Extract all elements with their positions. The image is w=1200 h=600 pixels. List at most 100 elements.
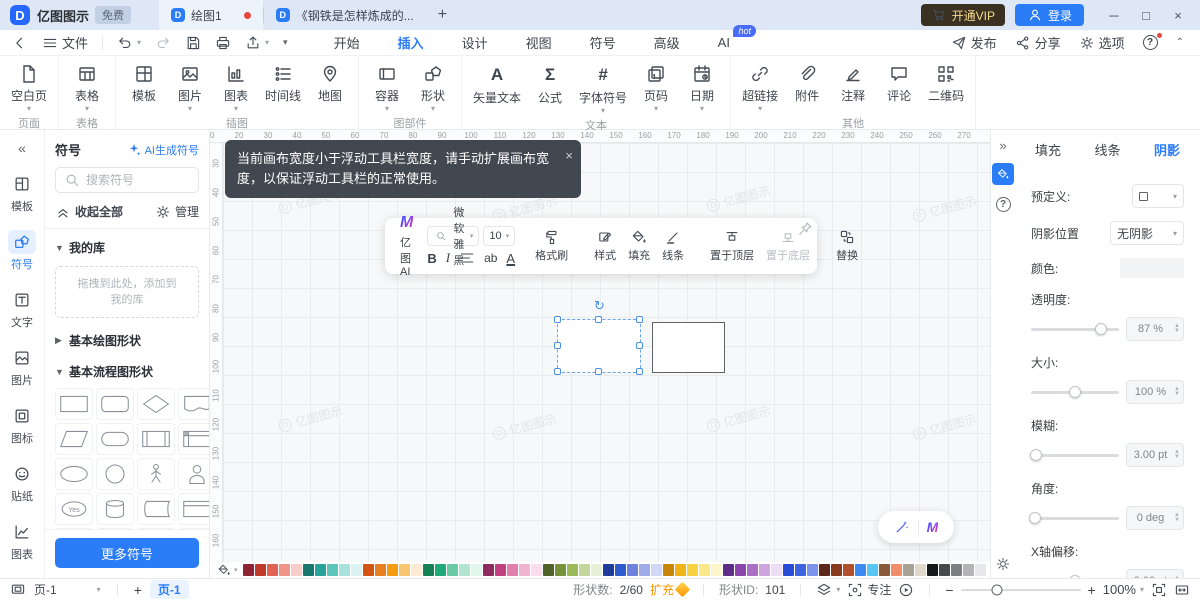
color-swatch[interactable] xyxy=(578,564,590,576)
color-swatch[interactable] xyxy=(926,564,938,576)
spinner-arrows-icon[interactable]: ▲▼ xyxy=(1174,512,1183,523)
vip-button[interactable]: 开通VIP xyxy=(920,4,1005,26)
ai-generate-symbols-link[interactable]: AI生成符号 xyxy=(126,142,199,158)
search-input[interactable] xyxy=(86,173,186,187)
color-swatch[interactable] xyxy=(542,564,554,576)
panel-tab-线条[interactable]: 线条 xyxy=(1094,140,1120,159)
fit-width-icon[interactable] xyxy=(1174,582,1190,598)
color-swatch[interactable] xyxy=(974,564,986,576)
slider-thumb[interactable] xyxy=(1095,323,1108,335)
color-swatch[interactable] xyxy=(866,564,878,576)
color-swatch[interactable] xyxy=(410,564,422,576)
shadow-position-dropdown[interactable]: 无阴影 ▾ xyxy=(1110,221,1184,245)
symbol-circle[interactable] xyxy=(96,458,134,490)
color-swatch[interactable] xyxy=(506,564,518,576)
symbol-predefined-process[interactable] xyxy=(137,423,175,455)
help-button[interactable]: ? xyxy=(1142,33,1162,50)
slider-thumb[interactable] xyxy=(1028,512,1041,524)
maximize-button[interactable]: □ xyxy=(1132,3,1160,27)
color-swatch[interactable] xyxy=(662,564,674,576)
ribbon-button-shape[interactable]: 形状 ▾ xyxy=(411,62,455,113)
color-swatch[interactable] xyxy=(374,564,386,576)
focus-mode-button[interactable]: 专注 xyxy=(847,581,891,598)
color-swatch[interactable] xyxy=(398,564,410,576)
ribbon-button-comment[interactable]: 评论 xyxy=(877,62,921,113)
menu-插入[interactable]: 插入 xyxy=(396,30,426,58)
style-button[interactable]: 样式 xyxy=(588,229,622,263)
document-tab[interactable]: D 《钢铁是怎样炼成的... xyxy=(264,0,426,30)
color-swatch[interactable] xyxy=(734,564,746,576)
color-swatch[interactable] xyxy=(254,564,266,576)
color-swatch[interactable] xyxy=(686,564,698,576)
panel-settings-gear-icon[interactable] xyxy=(995,556,1011,572)
bold-button[interactable]: B xyxy=(427,251,436,266)
ribbon-button-link[interactable]: 超链接 ▾ xyxy=(737,62,783,113)
sidebar-item-文字[interactable]: 文字 xyxy=(0,280,45,338)
color-swatch[interactable] xyxy=(878,564,890,576)
login-button[interactable]: 登录 xyxy=(1014,4,1084,26)
symbol-process[interactable] xyxy=(55,388,93,420)
expand-panel-button[interactable]: » xyxy=(999,138,1006,153)
canvas[interactable]: 10 20 30 40 50 60 70 80 90 100 110 120 130 140 150 160 1… xyxy=(210,130,990,563)
zoom-out-button[interactable]: − xyxy=(945,582,953,598)
align-button[interactable] xyxy=(459,250,475,266)
color-swatch[interactable] xyxy=(314,564,326,576)
color-swatch[interactable] xyxy=(446,564,458,576)
shadow-color-swatch[interactable] xyxy=(1120,258,1184,278)
ribbon-button-qr[interactable]: 二维码 xyxy=(923,62,969,113)
color-swatch[interactable] xyxy=(758,564,770,576)
selection-handle[interactable] xyxy=(595,316,602,323)
color-swatch[interactable] xyxy=(518,564,530,576)
zoom-level-dropdown[interactable]: 100% ▾ xyxy=(1103,582,1144,597)
symbol-stick-figure[interactable] xyxy=(137,458,175,490)
symbol-database[interactable] xyxy=(96,493,134,525)
play-button[interactable] xyxy=(898,582,914,598)
publish-button[interactable]: 发布 xyxy=(951,33,997,52)
color-swatch[interactable] xyxy=(770,564,782,576)
toast-close-icon[interactable]: × xyxy=(565,146,573,166)
page-selector-dropdown[interactable]: 页-1 ▾ xyxy=(34,581,101,598)
color-swatch[interactable] xyxy=(962,564,974,576)
ribbon-button-note[interactable]: 注释 xyxy=(831,62,875,113)
color-swatch[interactable] xyxy=(890,564,902,576)
ribbon-button-template[interactable]: 模板 xyxy=(122,62,166,113)
close-button[interactable]: × xyxy=(1164,3,1192,27)
color-swatch[interactable] xyxy=(458,564,470,576)
file-menu[interactable]: 文件 xyxy=(42,33,88,52)
symbol-search[interactable] xyxy=(55,167,199,193)
magic-wand-button[interactable] xyxy=(894,519,910,535)
color-swatch[interactable] xyxy=(794,564,806,576)
export-button[interactable]: ▾ xyxy=(245,35,269,51)
ribbon-button-map[interactable]: 地图 xyxy=(308,62,352,113)
selection-handle[interactable] xyxy=(554,368,561,375)
font-size-select[interactable]: 10 ▾ xyxy=(483,226,516,246)
ribbon-button-charHash[interactable]: # 字体符号 ▾ xyxy=(574,62,632,115)
ribbon-button-pagenum[interactable]: 页码 ▾ xyxy=(634,62,678,115)
color-swatch[interactable] xyxy=(590,564,602,576)
rectangle-shape[interactable] xyxy=(652,322,725,373)
value-spinner[interactable]: 3.00 pt ▲ ▼ xyxy=(1126,443,1184,467)
fill-button[interactable]: 填充 xyxy=(622,229,656,263)
ribbon-button-date[interactable]: 日期 ▾ xyxy=(680,62,724,115)
color-swatch[interactable] xyxy=(950,564,962,576)
selection-handle[interactable] xyxy=(595,368,602,375)
panel-help-button[interactable]: ? xyxy=(995,197,1011,212)
color-swatch[interactable] xyxy=(386,564,398,576)
menu-符号[interactable]: 符号 xyxy=(588,30,618,55)
symbol-alternate-process[interactable] xyxy=(96,388,134,420)
symbol-yes-ellipse[interactable]: Yes xyxy=(55,493,93,525)
zoom-in-button[interactable]: + xyxy=(1088,582,1096,598)
new-tab-button[interactable]: + xyxy=(426,6,459,24)
slider-thumb[interactable] xyxy=(1030,449,1043,461)
collapse-sidebar-button[interactable]: « xyxy=(18,140,26,156)
color-swatch[interactable] xyxy=(830,564,842,576)
color-swatch[interactable] xyxy=(818,564,830,576)
menu-高级[interactable]: 高级 xyxy=(652,30,682,55)
panel-tab-阴影[interactable]: 阴影 xyxy=(1154,140,1180,159)
save-button[interactable] xyxy=(185,35,201,51)
ribbon-button-charSigma[interactable]: Σ 公式 xyxy=(528,62,572,115)
back-icon[interactable] xyxy=(12,35,28,51)
ribbon-button-timeline[interactable]: 时间线 xyxy=(260,62,306,113)
color-swatch[interactable] xyxy=(362,564,374,576)
format-painter-button[interactable]: 格式刷 xyxy=(529,229,574,263)
